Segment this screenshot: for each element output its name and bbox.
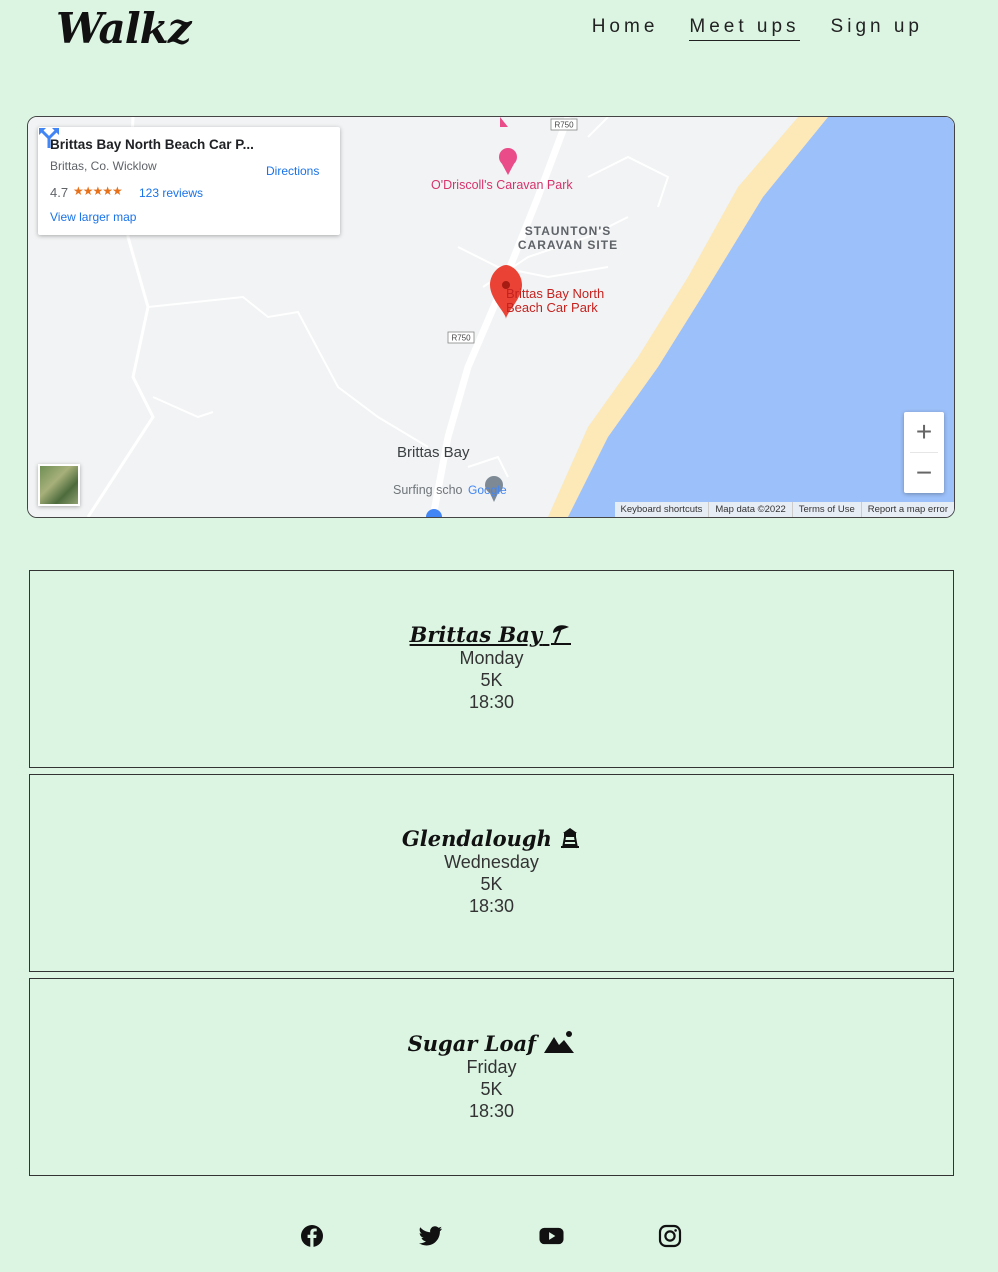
brand-logo[interactable]: Walkz bbox=[56, 4, 192, 53]
meetup-card: Brittas Bay Monday 5K 18:30 bbox=[29, 570, 954, 768]
meetup-distance: 5K bbox=[480, 874, 503, 894]
map-data-text: Map data ©2022 bbox=[708, 502, 791, 517]
marker-label: Brittas Bay North bbox=[506, 286, 604, 301]
school-label: Surfing scho bbox=[393, 483, 463, 497]
meetup-distance: 5K bbox=[480, 670, 503, 690]
meetup-time: 18:30 bbox=[468, 1101, 515, 1121]
youtube-icon[interactable] bbox=[539, 1224, 564, 1248]
report-error-link[interactable]: Report a map error bbox=[860, 502, 954, 517]
place-title: Brittas Bay North Beach Car P... bbox=[50, 137, 254, 152]
meetup-day: Monday bbox=[459, 648, 524, 668]
meetup-title[interactable]: Sugar Loaf bbox=[30, 1030, 953, 1056]
map-attribution: Keyboard shortcuts Map data ©2022 Terms … bbox=[614, 502, 954, 517]
site-label: STAUNTON'S bbox=[525, 224, 611, 238]
marker-label: Beach Car Park bbox=[506, 300, 598, 315]
twitter-icon[interactable] bbox=[419, 1224, 443, 1248]
meetup-distance: 5K bbox=[480, 1079, 503, 1099]
town-label: Brittas Bay bbox=[397, 444, 470, 461]
google-logo: Google bbox=[468, 483, 507, 497]
embedded-map[interactable]: R750 R750 O'Driscoll's Caravan Park STAU… bbox=[27, 116, 955, 518]
nav-signup[interactable]: Sign up bbox=[831, 16, 923, 41]
view-larger-map-link[interactable]: View larger map bbox=[50, 210, 136, 224]
meetup-name: Brittas Bay bbox=[409, 622, 543, 647]
directions-icon[interactable] bbox=[38, 127, 60, 149]
mountain-icon bbox=[544, 1031, 575, 1053]
meetup-card: Sugar Loaf Friday 5K 18:30 bbox=[29, 978, 954, 1176]
meetup-time: 18:30 bbox=[468, 692, 515, 712]
zoom-out-button[interactable]: − bbox=[904, 453, 944, 493]
road-label: R750 bbox=[451, 334, 471, 343]
meetup-name: Sugar Loaf bbox=[407, 1031, 537, 1056]
place-rating: 4.7 bbox=[50, 185, 69, 200]
satellite-toggle[interactable] bbox=[38, 464, 80, 506]
nav-meetups[interactable]: Meet ups bbox=[689, 16, 800, 41]
instagram-icon[interactable] bbox=[658, 1224, 682, 1248]
meetup-name: Glendalough bbox=[401, 826, 552, 851]
meetup-time: 18:30 bbox=[468, 896, 515, 916]
main-nav: Home Meet ups Sign up bbox=[592, 16, 923, 41]
rating-stars-icon: ★★★★★ bbox=[73, 184, 123, 198]
map-info-card: Brittas Bay North Beach Car P... Brittas… bbox=[38, 127, 340, 235]
meetup-title[interactable]: Glendalough bbox=[30, 826, 953, 851]
meetup-title[interactable]: Brittas Bay bbox=[30, 622, 953, 647]
meetup-day: Wednesday bbox=[444, 852, 539, 872]
caravan-park-label: O'Driscoll's Caravan Park bbox=[431, 178, 573, 192]
umbrella-beach-icon bbox=[551, 625, 572, 645]
reviews-link[interactable]: 123 reviews bbox=[139, 186, 203, 200]
directions-link[interactable]: Directions bbox=[266, 164, 319, 178]
tower-icon bbox=[561, 828, 580, 849]
nav-home[interactable]: Home bbox=[592, 16, 659, 41]
terms-link[interactable]: Terms of Use bbox=[791, 502, 861, 517]
zoom-in-button[interactable]: + bbox=[904, 412, 944, 452]
zoom-controls: + − bbox=[904, 412, 944, 493]
place-address: Brittas, Co. Wicklow bbox=[50, 159, 157, 173]
keyboard-shortcuts-link[interactable]: Keyboard shortcuts bbox=[615, 502, 709, 517]
site-label: CARAVAN SITE bbox=[518, 238, 618, 252]
meetup-day: Friday bbox=[466, 1057, 517, 1077]
road-label: R750 bbox=[554, 121, 574, 130]
meetup-card: Glendalough Wednesday 5K 18:30 bbox=[29, 774, 954, 972]
facebook-icon[interactable] bbox=[300, 1224, 324, 1248]
